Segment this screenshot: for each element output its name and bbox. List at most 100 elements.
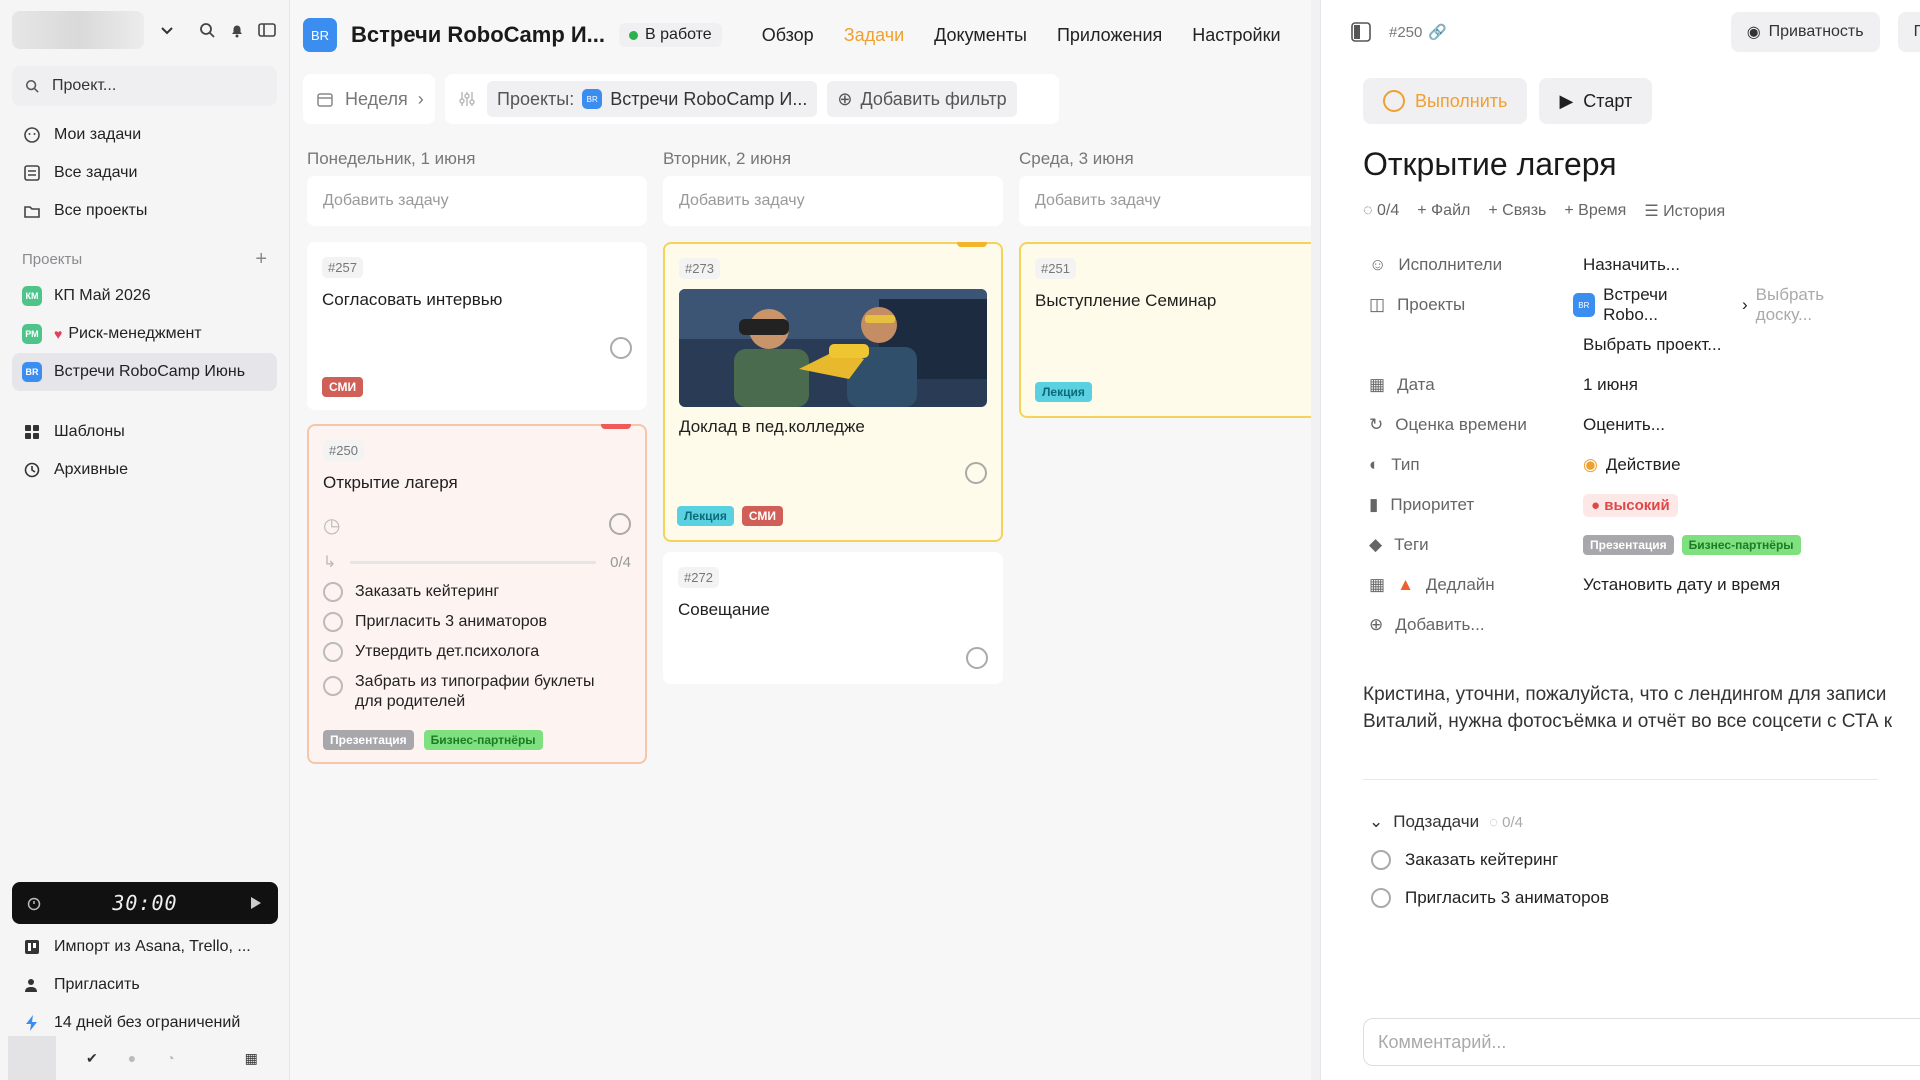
add-time-button[interactable]: + Время	[1564, 202, 1626, 220]
estimate-button[interactable]: Оценить...	[1583, 415, 1665, 435]
projects-filter-chip[interactable]: Проекты: BR Встречи RoboCamp И...	[487, 81, 818, 117]
task-properties: ☺ Исполнители Назначить... ◫ Проекты BR Вс…	[1321, 221, 1920, 645]
privacy-button[interactable]: ◉ Приватность	[1730, 12, 1880, 52]
subtask-label: Пригласить 3 аниматоров	[1405, 888, 1610, 907]
subtask-checkbox[interactable]	[1371, 850, 1391, 870]
tab-documents[interactable]: Документы	[934, 25, 1027, 46]
project-badge: BR	[1572, 293, 1596, 317]
task-card[interactable]: #272 Совещание	[663, 552, 1003, 684]
nav-archived[interactable]: Архивные	[0, 451, 289, 489]
bell-icon[interactable]: ●	[128, 1050, 136, 1066]
project-search[interactable]: Проект...	[12, 66, 277, 106]
share-button[interactable]: По	[1897, 12, 1920, 52]
task-card-selected[interactable]: #250 Открытие лагеря ◷ ↳ 0/4 Заказать ке…	[307, 424, 647, 764]
subtask-checkbox[interactable]	[323, 642, 343, 662]
progress-meta[interactable]: ◌ 0/4	[1363, 202, 1399, 220]
add-task-input[interactable]: Добавить задачу	[663, 176, 1003, 226]
calendar-icon[interactable]: ▦	[245, 1050, 258, 1067]
chevron-down-icon[interactable]	[156, 19, 178, 41]
nav-all-projects[interactable]: Все проекты	[0, 192, 289, 230]
task-title[interactable]: Открытие лагеря	[1321, 124, 1920, 183]
play-icon[interactable]	[246, 893, 266, 913]
subtasks-header[interactable]: ⌄ Подзадачи ◌ 0/4	[1321, 780, 1920, 832]
avatar[interactable]	[8, 1036, 56, 1080]
add-project-icon[interactable]: +	[255, 248, 267, 271]
subtask-item[interactable]: Пригласить 3 аниматоров	[1321, 870, 1920, 908]
sidebar-toggle-icon[interactable]	[257, 20, 277, 40]
task-card[interactable]: #257 Согласовать интервью СМИ	[307, 242, 647, 410]
description-line: Кристина, уточни, пожалуйста, что с ленд…	[1363, 684, 1887, 705]
task-card[interactable]: #251 Выступление Семинар Лекция	[1019, 242, 1311, 418]
invite-link[interactable]: Пригласить	[0, 966, 290, 1004]
column-title: Понедельник, 1 июня	[307, 149, 476, 168]
task-cover-image	[679, 289, 987, 407]
date-value[interactable]: 1 июня	[1583, 375, 1638, 395]
subtask-item[interactable]: Забрать из типографии буклеты для родите…	[323, 672, 631, 712]
tab-overview[interactable]: Обзор	[762, 25, 814, 46]
subtask-label: Утвердить дет.психолога	[355, 643, 540, 660]
task-description[interactable]: Кристина, уточни, пожалуйста, что с ленд…	[1321, 645, 1920, 735]
search-icon[interactable]	[197, 20, 217, 40]
subtask-item[interactable]: Заказать кейтеринг	[1321, 832, 1920, 870]
prop-label: Оценка времени	[1395, 415, 1527, 434]
subtask-item[interactable]: Заказать кейтеринг	[323, 582, 631, 602]
sidebar-project-kp[interactable]: КМ КП Май 2026	[0, 277, 289, 315]
status-badge[interactable]: В работе	[619, 23, 722, 47]
panel-header: #250 🔗 ◉ Приватность По	[1321, 0, 1920, 64]
pick-board-button[interactable]: Выбрать доску...	[1756, 285, 1878, 325]
comment-input[interactable]: Комментарий...	[1363, 1018, 1920, 1066]
complete-checkbox[interactable]	[965, 462, 987, 484]
subtask-item[interactable]: Пригласить 3 аниматоров	[323, 612, 631, 632]
deadline-button[interactable]: Установить дату и время	[1583, 575, 1780, 595]
subtask-checkbox[interactable]	[323, 676, 343, 696]
task-card[interactable]: #273 Доклад в пед.колледже Лекция СМИ	[663, 242, 1003, 542]
check-icon[interactable]: ✔	[86, 1050, 98, 1067]
prop-assignees: ☺ Исполнители Назначить...	[1363, 245, 1878, 285]
project-title[interactable]: Встречи RoboCamp И...	[351, 22, 605, 48]
subtask-item[interactable]: Утвердить дет.психолога	[323, 642, 631, 662]
timer-widget[interactable]: 30:00	[12, 882, 278, 924]
sidebar-project-robocamp[interactable]: BR Встречи RoboCamp Июнь	[12, 353, 277, 391]
complete-button[interactable]: Выполнить	[1363, 78, 1528, 124]
pie-icon[interactable]: ◔	[166, 1050, 174, 1066]
add-task-input[interactable]: Добавить задачу	[307, 176, 647, 226]
tab-settings[interactable]: Настройки	[1192, 25, 1280, 46]
complete-checkbox[interactable]	[610, 337, 632, 359]
sliders-icon[interactable]	[457, 89, 477, 109]
import-link[interactable]: Импорт из Asana, Trello, ...	[0, 928, 290, 966]
nav-templates[interactable]: Шаблоны	[0, 413, 289, 451]
panel-toggle-icon[interactable]	[1351, 22, 1371, 42]
add-file-button[interactable]: + Файл	[1417, 202, 1470, 220]
priority-value[interactable]: ● высокий	[1583, 493, 1678, 517]
add-link-button[interactable]: + Связь	[1488, 202, 1546, 220]
tags-value[interactable]: Презентация Бизнес-партнёры	[1583, 535, 1801, 555]
prop-label: Приоритет	[1390, 495, 1475, 514]
workspace-switcher[interactable]	[12, 11, 144, 49]
add-filter-button[interactable]: ⊕ Добавить фильтр	[827, 81, 1017, 117]
subtask-checkbox[interactable]	[323, 612, 343, 632]
complete-checkbox[interactable]	[609, 513, 631, 535]
start-button[interactable]: ▶ Старт	[1539, 78, 1653, 124]
pick-project-button[interactable]: Выбрать проект...	[1583, 335, 1721, 355]
add-property-button[interactable]: ⊕ Добавить...	[1363, 615, 1583, 635]
nav-all-tasks[interactable]: Все задачи	[0, 154, 289, 192]
type-value[interactable]: ◉ Действие	[1583, 455, 1681, 475]
subtask-checkbox[interactable]	[323, 582, 343, 602]
link-icon[interactable]: 🔗	[1428, 23, 1447, 41]
panel-resize-handle[interactable]	[1311, 0, 1320, 1080]
prop-label: Теги	[1394, 535, 1429, 554]
tab-tasks[interactable]: Задачи	[844, 25, 904, 46]
period-selector[interactable]: Неделя ›	[303, 74, 435, 124]
project-value[interactable]: BR Встречи Robo... › Выбрать доску...	[1572, 285, 1878, 325]
nav-label: Все проекты	[54, 202, 148, 219]
complete-checkbox[interactable]	[966, 647, 988, 669]
add-task-input[interactable]: Добавить задачу	[1019, 176, 1311, 226]
sidebar-project-risk[interactable]: РМ ♥ Риск-менеджмент	[0, 315, 289, 353]
bell-icon[interactable]	[227, 20, 247, 40]
nav-my-tasks[interactable]: Мои задачи	[0, 116, 289, 154]
assign-button[interactable]: Назначить...	[1583, 255, 1680, 275]
subtasks-title: Подзадачи	[1393, 812, 1480, 831]
subtask-checkbox[interactable]	[1371, 888, 1391, 908]
tab-apps[interactable]: Приложения	[1057, 25, 1162, 46]
history-button[interactable]: ☰ История	[1644, 201, 1725, 221]
